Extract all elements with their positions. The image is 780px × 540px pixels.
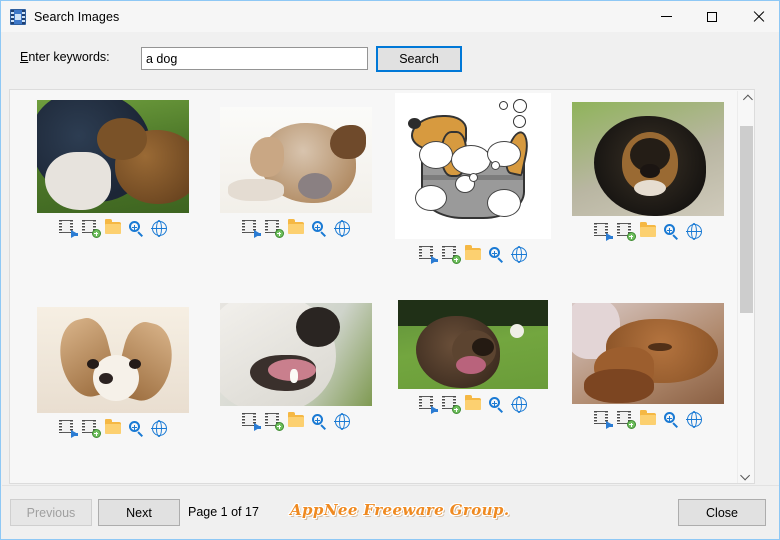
watermark-label: AppNee Freeware Group. [290, 501, 510, 519]
result-item[interactable] [205, 303, 387, 431]
page-info: Page 1 of 17 [188, 505, 259, 519]
open-web-page-icon[interactable] [333, 413, 351, 431]
open-web-page-icon[interactable] [150, 220, 168, 238]
close-window-button[interactable] [735, 1, 779, 32]
item-action-row [418, 395, 528, 414]
item-action-row [593, 222, 703, 241]
open-folder-icon[interactable] [464, 245, 482, 262]
search-input[interactable] [141, 47, 368, 70]
keywords-label: Enter keywords: [20, 50, 110, 64]
minimize-button[interactable] [643, 1, 689, 32]
open-in-viewer-icon[interactable] [418, 246, 438, 264]
minimize-icon [660, 16, 672, 17]
item-action-row [58, 419, 168, 438]
close-icon [752, 11, 764, 23]
result-item[interactable] [22, 100, 204, 238]
zoom-in-icon[interactable] [311, 413, 328, 430]
add-to-list-icon[interactable] [264, 220, 284, 238]
result-item[interactable] [557, 303, 739, 429]
thumbnail-image[interactable] [572, 102, 724, 216]
open-folder-icon[interactable] [287, 412, 305, 429]
thumbnail-image[interactable] [220, 107, 372, 213]
result-item[interactable] [22, 307, 204, 438]
zoom-in-icon[interactable] [311, 220, 328, 237]
item-action-row [418, 245, 528, 264]
thumbnail-image[interactable] [37, 307, 189, 413]
open-in-viewer-icon[interactable] [418, 396, 438, 414]
open-folder-icon[interactable] [287, 219, 305, 236]
keywords-label-rest: nter keywords: [28, 50, 110, 64]
add-to-list-icon[interactable] [441, 396, 461, 414]
add-to-list-icon[interactable] [616, 411, 636, 429]
maximize-button[interactable] [689, 1, 735, 32]
next-button[interactable]: Next [98, 499, 180, 526]
open-web-page-icon[interactable] [150, 420, 168, 438]
open-in-viewer-icon[interactable] [58, 420, 78, 438]
zoom-in-icon[interactable] [488, 396, 505, 413]
results-pane [9, 89, 755, 484]
result-item[interactable] [557, 102, 739, 241]
zoom-in-icon[interactable] [488, 246, 505, 263]
open-web-page-icon[interactable] [510, 246, 528, 264]
open-web-page-icon[interactable] [510, 396, 528, 414]
open-in-viewer-icon[interactable] [241, 413, 261, 431]
thumbnail-image[interactable] [220, 303, 372, 406]
open-in-viewer-icon[interactable] [58, 220, 78, 238]
film-strip-icon [10, 8, 26, 25]
result-item[interactable] [382, 93, 564, 264]
result-item[interactable] [382, 300, 564, 414]
open-in-viewer-icon[interactable] [593, 223, 613, 241]
zoom-in-icon[interactable] [128, 220, 145, 237]
add-to-list-icon[interactable] [81, 220, 101, 238]
open-web-page-icon[interactable] [333, 220, 351, 238]
item-action-row [241, 412, 351, 431]
search-button[interactable]: Search [376, 46, 462, 72]
thumbnail-image[interactable] [395, 93, 551, 239]
item-action-row [593, 410, 703, 429]
zoom-in-icon[interactable] [128, 420, 145, 437]
result-item[interactable] [205, 107, 387, 238]
item-action-row [241, 219, 351, 238]
search-images-window: Search Images Enter keywords: Search [0, 0, 780, 540]
chevron-down-icon [739, 470, 750, 481]
scroll-up-button[interactable] [738, 91, 754, 108]
scroll-down-button[interactable] [738, 467, 754, 483]
add-to-list-icon[interactable] [616, 223, 636, 241]
title-bar: Search Images [1, 1, 779, 32]
open-web-page-icon[interactable] [685, 223, 703, 241]
previous-button[interactable]: Previous [10, 499, 92, 526]
window-controls [643, 1, 779, 32]
open-folder-icon[interactable] [104, 419, 122, 436]
add-to-list-icon[interactable] [441, 246, 461, 264]
open-folder-icon[interactable] [639, 410, 657, 427]
results-grid [10, 90, 739, 483]
add-to-list-icon[interactable] [264, 413, 284, 431]
thumbnail-image[interactable] [398, 300, 548, 389]
thumbnail-image[interactable] [572, 303, 724, 404]
window-title: Search Images [34, 9, 120, 24]
chevron-up-icon [742, 94, 753, 105]
footer-bar: Previous Next Page 1 of 17 AppNee Freewa… [2, 485, 779, 538]
scrollbar-thumb[interactable] [740, 125, 753, 313]
open-folder-icon[interactable] [639, 222, 657, 239]
open-folder-icon[interactable] [464, 395, 482, 412]
add-to-list-icon[interactable] [81, 420, 101, 438]
zoom-in-icon[interactable] [663, 223, 680, 240]
close-button[interactable]: Close [678, 499, 766, 526]
results-scrollbar[interactable] [737, 91, 754, 483]
open-folder-icon[interactable] [104, 219, 122, 236]
open-in-viewer-icon[interactable] [241, 220, 261, 238]
thumbnail-image[interactable] [37, 100, 189, 213]
maximize-icon [707, 11, 717, 22]
zoom-in-icon[interactable] [663, 411, 680, 428]
open-in-viewer-icon[interactable] [593, 411, 613, 429]
open-web-page-icon[interactable] [685, 411, 703, 429]
item-action-row [58, 219, 168, 238]
